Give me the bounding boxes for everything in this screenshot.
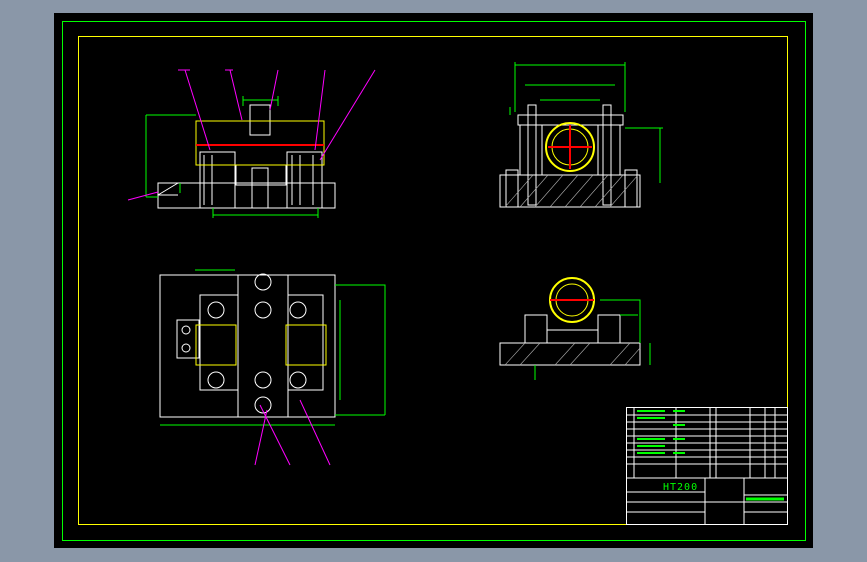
top-view xyxy=(159,273,336,418)
side-hatching xyxy=(504,174,639,208)
parts-list-text xyxy=(637,410,685,454)
front-view xyxy=(157,104,336,209)
top-leaders xyxy=(254,399,331,466)
cad-drawing xyxy=(62,21,806,541)
material-label: HT200 xyxy=(663,482,699,493)
front-clamp-highlight xyxy=(195,120,325,166)
section-dims xyxy=(534,299,651,380)
outer-frame xyxy=(62,21,806,541)
top-clamp-highlight xyxy=(195,324,327,366)
top-dims xyxy=(160,269,386,426)
section-hatching xyxy=(504,342,641,366)
inner-border xyxy=(78,36,788,525)
title-block xyxy=(626,407,788,525)
